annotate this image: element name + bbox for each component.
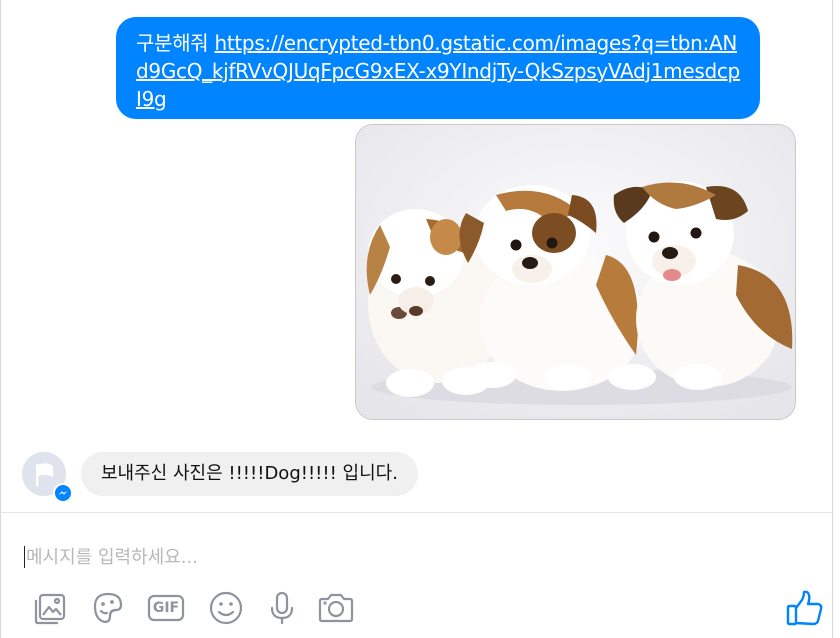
incoming-message-bubble: 보내주신 사진은 !!!!!Dog!!!!! 입니다. [81, 452, 418, 496]
thumbs-up-icon [786, 590, 823, 626]
photo-button[interactable] [30, 588, 70, 628]
sticker-button[interactable] [88, 588, 128, 628]
conversation-area[interactable]: 구분해줘 https://encrypted-tbn0.gstatic.com/… [0, 0, 833, 512]
puppies-photo [356, 125, 795, 419]
messenger-icon [53, 483, 73, 503]
incoming-message-text: 보내주신 사진은 !!!!!Dog!!!!! 입니다. [101, 463, 398, 484]
camera-icon [318, 593, 354, 623]
camera-button[interactable] [316, 588, 356, 628]
like-button[interactable] [782, 586, 826, 630]
gif-label: GIF [152, 600, 180, 616]
text-caret [24, 546, 25, 568]
gif-button[interactable]: GIF [146, 588, 186, 628]
outgoing-message-link[interactable]: https://encrypted-tbn0.gstatic.com/image… [136, 31, 740, 111]
emoji-button[interactable] [206, 588, 246, 628]
microphone-icon [270, 591, 294, 625]
composer-divider [0, 512, 833, 513]
outgoing-message-text: 구분해줘 [136, 31, 215, 55]
smiley-icon [209, 591, 243, 625]
image-attachment[interactable] [355, 124, 796, 420]
image-icon [34, 593, 66, 625]
sticker-icon [93, 592, 123, 624]
composer [22, 540, 806, 574]
bot-avatar[interactable] [22, 452, 73, 503]
voice-button[interactable] [262, 588, 302, 628]
outgoing-message-bubble: 구분해줘 https://encrypted-tbn0.gstatic.com/… [116, 17, 760, 119]
message-input[interactable] [22, 540, 806, 574]
